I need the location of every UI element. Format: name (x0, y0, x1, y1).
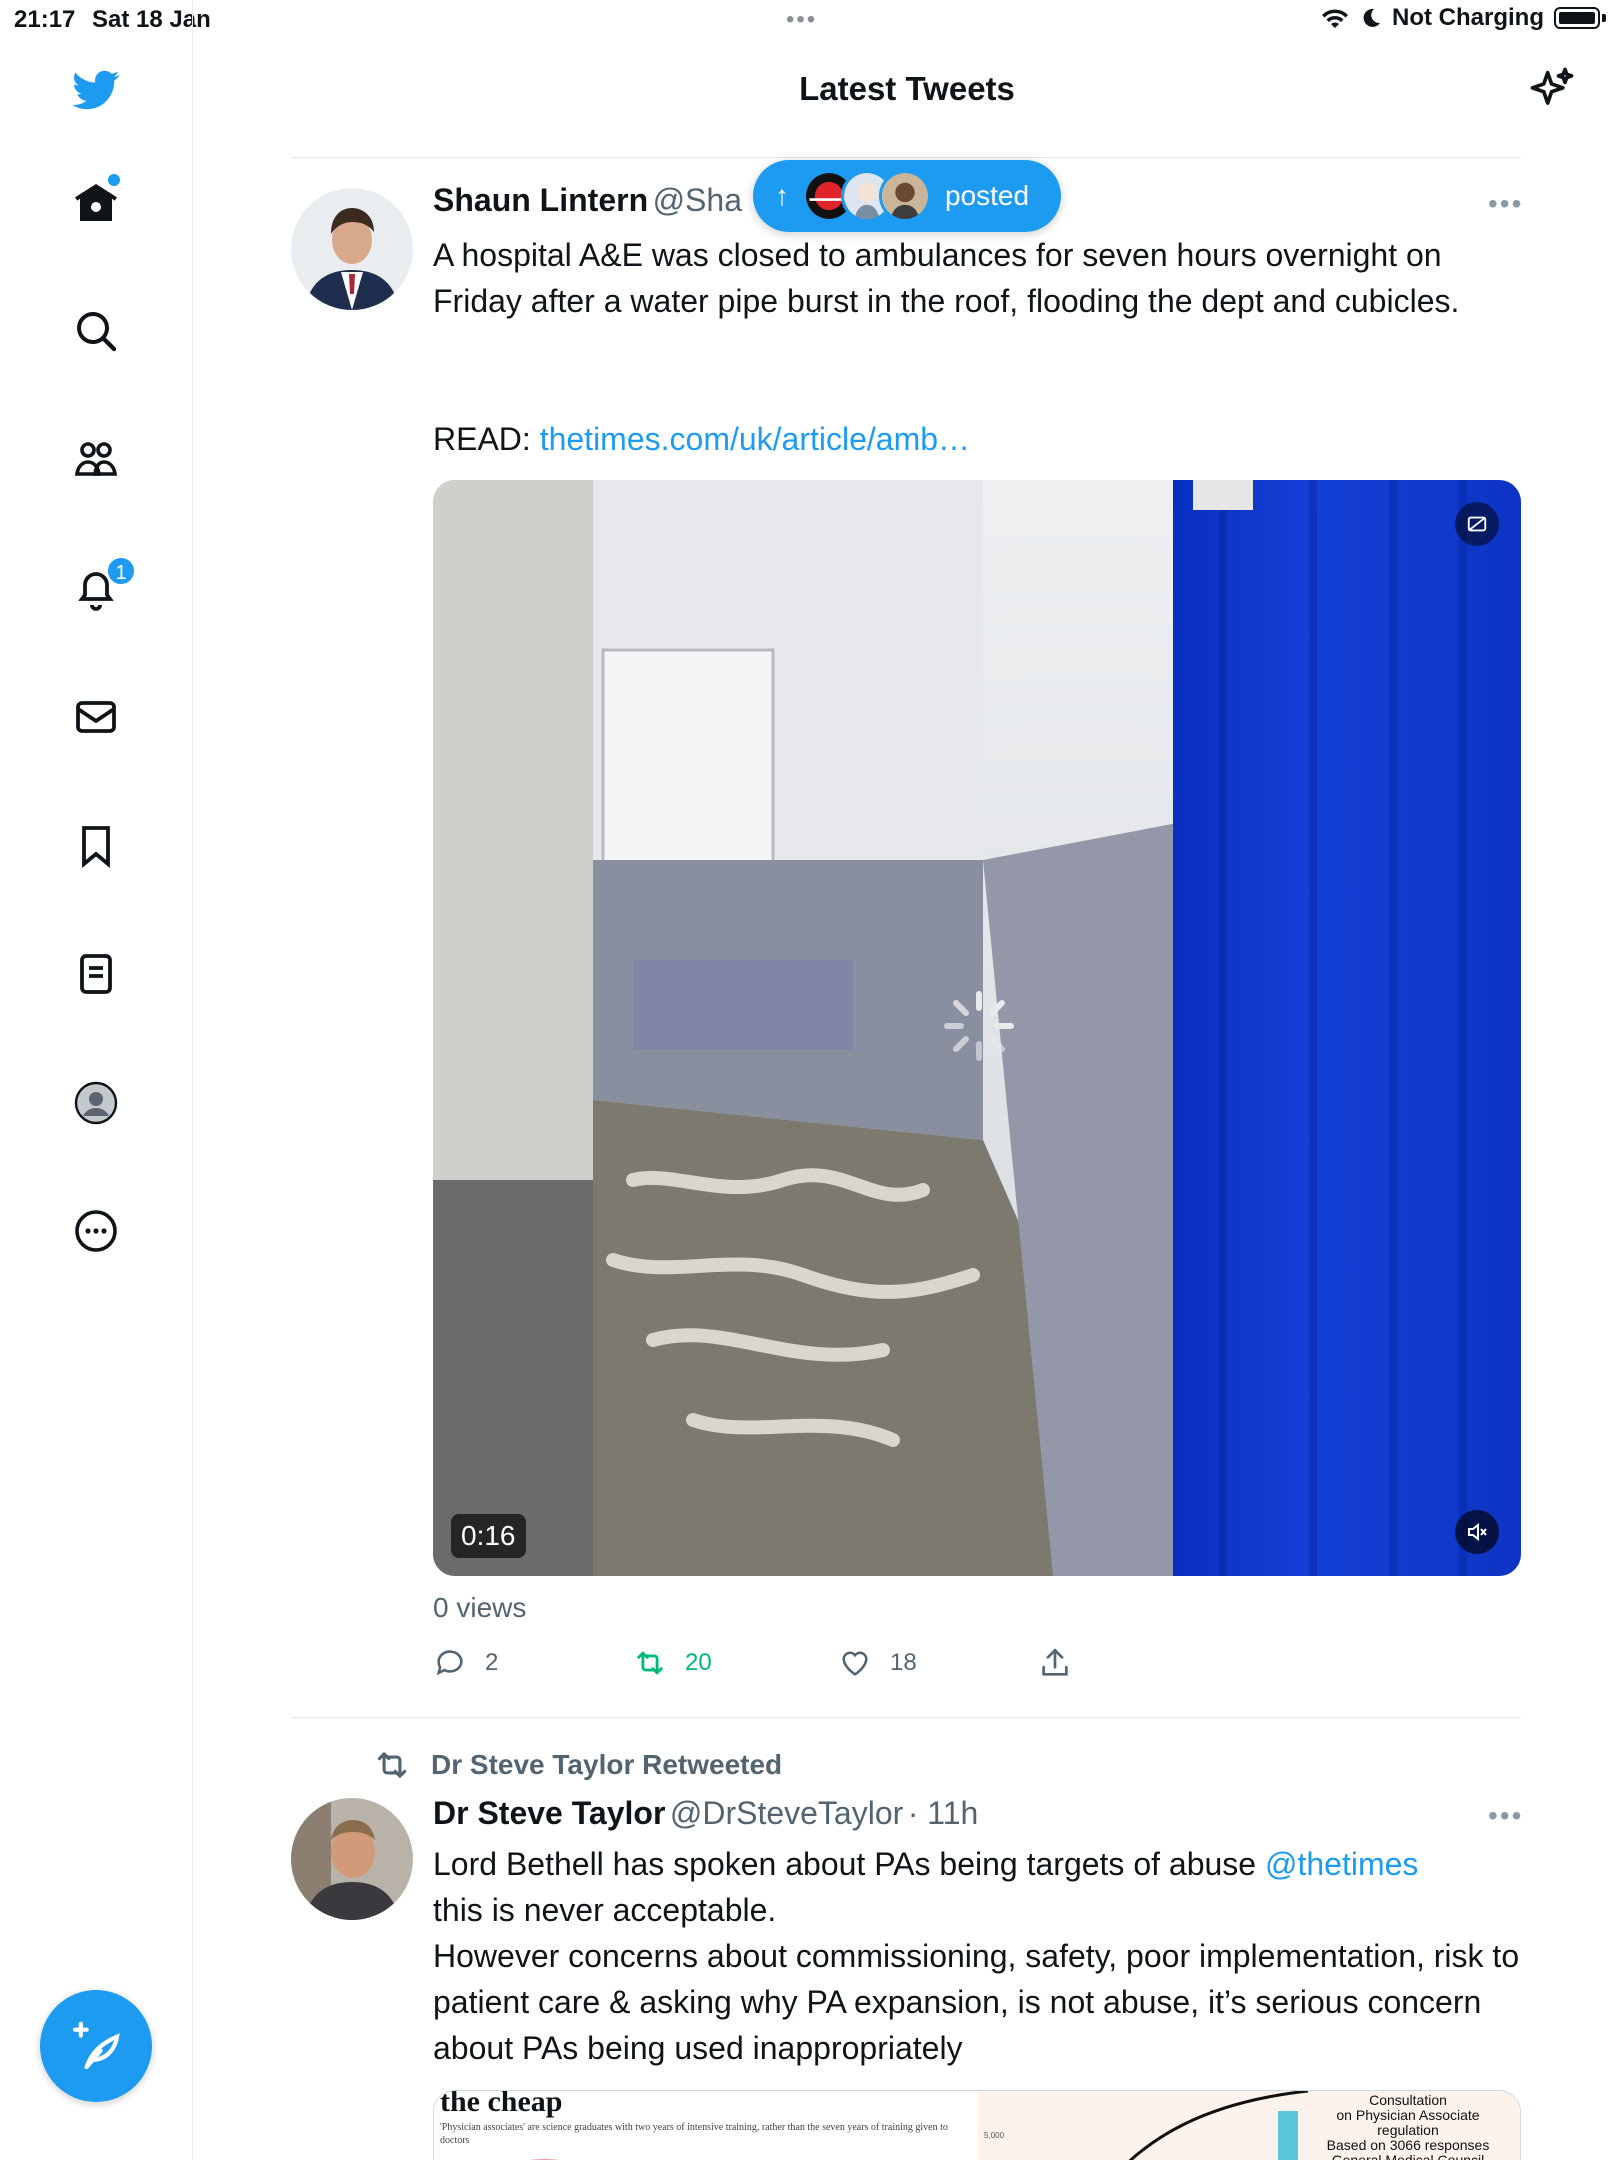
reply-count: 2 (485, 1649, 499, 1676)
tweet-body: A hospital A&E was closed to ambulances … (433, 237, 1460, 319)
tweet-author-name[interactable]: Shaun Lintern (433, 182, 648, 218)
more-options-icon[interactable] (68, 1203, 124, 1259)
arrow-up-icon: ↑ (775, 180, 789, 211)
tweet-author-handle[interactable]: @Sha (653, 182, 742, 218)
profile-avatar-icon[interactable] (68, 1075, 124, 1131)
tweet-more-options-2[interactable]: ••• (1488, 1800, 1523, 1832)
wifi-icon (1322, 9, 1349, 28)
embed-chart (1128, 2091, 1309, 2160)
messages-mail-icon[interactable] (68, 689, 124, 745)
retweet-count: 20 (685, 1649, 712, 1676)
pill-label: posted (945, 180, 1030, 211)
timeline-header: Latest Tweets (194, 40, 1620, 140)
muted-speaker-icon[interactable] (1455, 1510, 1499, 1554)
communities-icon[interactable] (68, 432, 124, 488)
header-divider (291, 157, 1521, 158)
captions-icon[interactable] (1455, 502, 1499, 546)
video-duration: 0:16 (451, 1514, 526, 1558)
tweet-actions: 2 20 18 (433, 1646, 1133, 1686)
like-count: 18 (890, 1649, 917, 1676)
tweet-divider (291, 1717, 1521, 1718)
feather-plus-icon (72, 2021, 120, 2070)
tweet-views: 0 views (433, 1592, 527, 1623)
bookmark-icon[interactable] (68, 818, 124, 874)
retweeted-by-label: Dr Steve Taylor Retweeted (431, 1749, 783, 1780)
multitasking-dots[interactable]: ••• (786, 6, 817, 34)
reply-icon (436, 1650, 463, 1676)
tweet-image-embed[interactable]: the cheap 'Physician associates' are sci… (433, 2090, 1521, 2160)
tweet-more-options[interactable]: ••• (1488, 188, 1523, 220)
like-button[interactable]: 18 (838, 1646, 917, 1680)
retweeted-by-line[interactable]: Dr Steve Taylor Retweeted (373, 1746, 782, 1784)
tweet-video[interactable]: 0:16 (433, 480, 1521, 1576)
tweet-header-2: Dr Steve Taylor @DrSteveTaylor · 11h (433, 1795, 978, 1832)
retweet-button[interactable]: 20 (633, 1646, 712, 1680)
loading-spinner-icon (944, 991, 1014, 1061)
tweet-read-line: READ: thetimes.com/uk/article/amb… (433, 416, 1523, 462)
heart-icon (842, 1651, 868, 1676)
pill-avatars (803, 170, 931, 222)
embed-right-title: Consultation on Physician Associate regu… (1326, 2092, 1490, 2160)
share-icon (1042, 1648, 1068, 1676)
red-circle-mark (529, 2159, 559, 2160)
charging-status: Not Charging (1392, 4, 1544, 31)
tweet-author-handle-2[interactable]: @DrSteveTaylor (670, 1795, 903, 1831)
sparkle-timeline-toggle-icon[interactable] (1526, 64, 1578, 116)
embed-left-subtext: 'Physician associates' are science gradu… (440, 2122, 948, 2146)
battery-icon (1554, 7, 1600, 29)
read-prefix: READ: (433, 421, 540, 457)
article-link[interactable]: thetimes.com/uk/article/amb… (540, 421, 970, 457)
tweet-author-avatar-2[interactable] (291, 1798, 413, 1920)
pill-avatar-3 (879, 170, 931, 222)
mention-link[interactable]: @thetimes (1265, 1846, 1418, 1882)
retweet-icon (637, 1651, 663, 1675)
tweet-header: Shaun Lintern @Sha (433, 182, 742, 219)
embed-image-left: the cheap 'Physician associates' are sci… (434, 2091, 978, 2160)
embed-image-right: 5,000 Consultation on Physician Associat… (978, 2091, 1520, 2160)
moon-icon (1363, 8, 1381, 27)
embed-axis-tick: 5,000 (984, 2131, 1005, 2140)
page-title: Latest Tweets (799, 70, 1015, 107)
tweet-author-name-2[interactable]: Dr Steve Taylor (433, 1795, 665, 1831)
tweet-time-2[interactable]: · 11h (908, 1795, 979, 1831)
battery-tip (1602, 14, 1606, 22)
reply-button[interactable]: 2 (433, 1646, 498, 1680)
new-posts-pill[interactable]: ↑ posted (753, 160, 1061, 232)
lists-icon[interactable] (68, 946, 124, 1002)
notifications-badge: 1 (106, 556, 136, 586)
tweet-author-avatar[interactable] (291, 188, 413, 310)
search-icon[interactable] (68, 303, 124, 359)
sidebar: 1 (0, 0, 193, 2160)
home-unread-dot (108, 174, 120, 186)
compose-tweet-button[interactable] (40, 1990, 152, 2102)
tweet-body-2-part-a: Lord Bethell has spoken about PAs being … (433, 1846, 1265, 1882)
tweet-body-2: Lord Bethell has spoken about PAs being … (433, 1841, 1523, 2071)
share-button[interactable] (1038, 1646, 1072, 1680)
embed-left-heading: the cheap (440, 2090, 563, 2118)
status-right: Not Charging (1320, 4, 1606, 32)
tweet-body-2-part-b: this is never acceptable. However concer… (433, 1892, 1520, 2066)
retweet-small-icon (377, 1752, 407, 1778)
status-bar: 21:17 Sat 18 Jan ••• Not Charging (0, 0, 1620, 40)
twitter-logo-icon[interactable] (68, 62, 124, 118)
